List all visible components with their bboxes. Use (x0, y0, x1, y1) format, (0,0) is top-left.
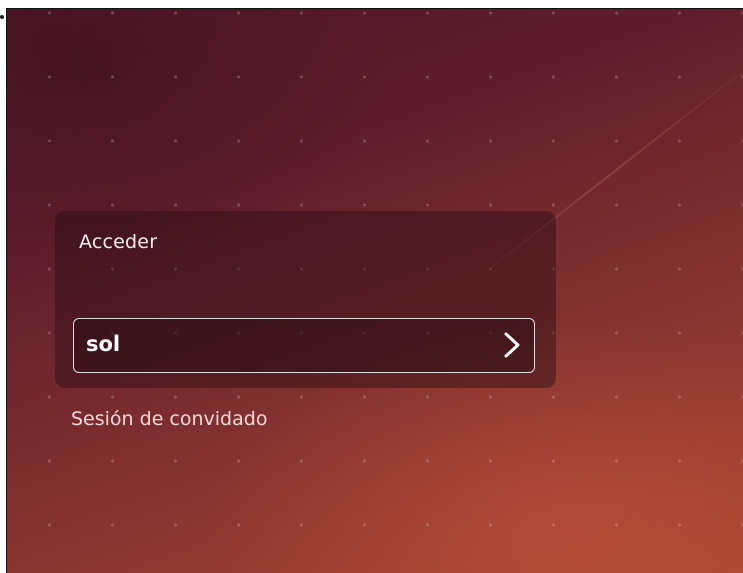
selected-user-name[interactable]: sol (86, 332, 120, 356)
user-entry-field[interactable]: sol (73, 318, 535, 373)
login-title: Acceder (79, 231, 158, 253)
login-panel: Acceder sol (55, 211, 556, 388)
login-screen: Acceder sol (7, 9, 743, 573)
corner-dot (0, 15, 4, 19)
chevron-right-icon[interactable] (502, 331, 522, 359)
guest-session-link[interactable]: Sesión de convidado (71, 408, 267, 430)
